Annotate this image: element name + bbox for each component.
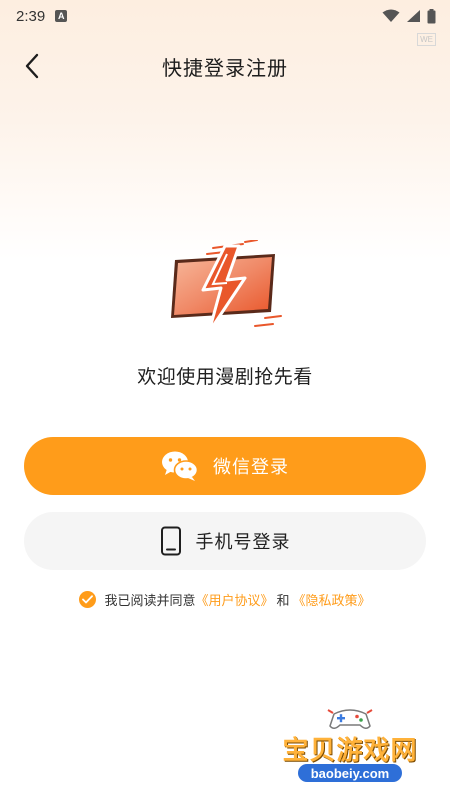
wechat-login-label: 微信登录 (213, 457, 289, 478)
phone-login-label: 手机号登录 (195, 532, 291, 553)
status-time: 2:39 (16, 7, 46, 25)
agreement-checkbox[interactable] (79, 590, 97, 608)
wechat-icon (162, 451, 199, 481)
gamepad-icon (327, 709, 373, 729)
user-agreement-link[interactable]: 《用户协议》 (195, 590, 273, 609)
wifi-icon (382, 9, 400, 22)
check-icon (82, 594, 94, 603)
page-title: 快捷登录注册 (162, 55, 288, 80)
privacy-policy-link[interactable]: 《隐私政策》 (293, 590, 371, 609)
status-left: 2:39 A (16, 7, 68, 25)
battery-icon (427, 8, 436, 23)
status-icons (382, 8, 436, 24)
watermark-url: baobeiy.com (298, 764, 402, 782)
chevron-left-icon (25, 53, 39, 79)
status-bar: 2:39 A (0, 0, 450, 32)
app-logo (171, 240, 282, 334)
welcome-text: 欢迎使用漫剧抢先看 (137, 366, 313, 388)
phone-login-button[interactable]: 手机号登录 (24, 512, 426, 570)
agreement-row: 我已阅读并同意 《用户协议》 和 《隐私政策》 (0, 588, 450, 610)
nav-bar: 快捷登录注册 (0, 40, 450, 92)
phone-icon (160, 526, 181, 556)
signal-icon (407, 10, 420, 22)
watermark-title: 宝贝游戏网 (282, 736, 418, 766)
back-button[interactable] (14, 48, 50, 84)
wechat-login-button[interactable]: 微信登录 (24, 437, 426, 495)
watermark: 宝贝游戏网 baobeiy.com (270, 700, 430, 800)
agreement-and: 和 (276, 593, 290, 609)
agreement-prefix: 我已阅读并同意 (104, 593, 196, 609)
notification-icon: A (55, 10, 68, 22)
